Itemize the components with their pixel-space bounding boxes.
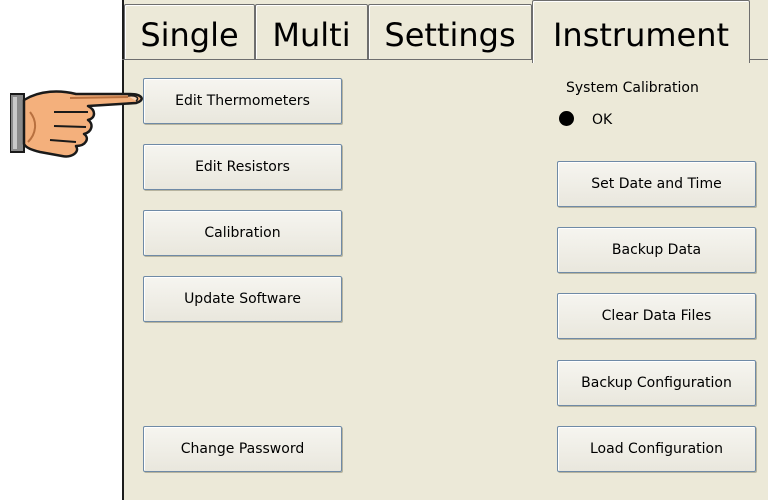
clear-data-files-button[interactable]: Clear Data Files bbox=[557, 293, 756, 339]
calibration-status-indicator bbox=[559, 111, 574, 126]
tab-settings[interactable]: Settings bbox=[368, 4, 532, 60]
edit-resistors-button[interactable]: Edit Resistors bbox=[143, 144, 342, 190]
tab-multi[interactable]: Multi bbox=[255, 4, 368, 60]
calibration-status-text: OK bbox=[592, 112, 613, 128]
tab-single[interactable]: Single bbox=[124, 4, 255, 60]
change-password-button[interactable]: Change Password bbox=[143, 426, 342, 472]
edit-thermometers-button[interactable]: Edit Thermometers bbox=[143, 78, 342, 124]
backup-data-button[interactable]: Backup Data bbox=[557, 227, 756, 273]
system-calibration-label: System Calibration bbox=[566, 80, 699, 96]
tab-instrument[interactable]: Instrument bbox=[532, 0, 750, 63]
pointing-hand-icon bbox=[10, 90, 143, 158]
backup-configuration-button[interactable]: Backup Configuration bbox=[557, 360, 756, 406]
calibration-button[interactable]: Calibration bbox=[143, 210, 342, 256]
update-software-button[interactable]: Update Software bbox=[143, 276, 342, 322]
load-configuration-button[interactable]: Load Configuration bbox=[557, 426, 756, 472]
set-date-time-button[interactable]: Set Date and Time bbox=[557, 161, 756, 207]
